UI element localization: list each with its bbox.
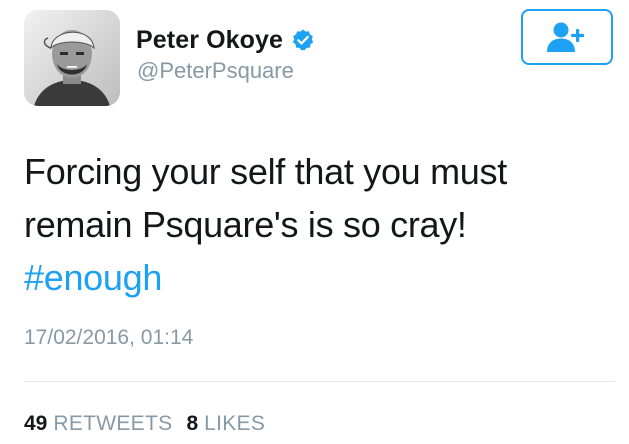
author-name-row: Peter Okoye	[136, 22, 315, 58]
follow-button[interactable]	[521, 9, 613, 65]
likes-stat[interactable]: 8 LIKES	[186, 412, 265, 436]
tweet-stats: 49 RETWEETS 8 LIKES	[24, 412, 279, 436]
avatar[interactable]	[24, 10, 120, 106]
retweets-stat[interactable]: 49 RETWEETS	[24, 412, 172, 436]
likes-label: LIKES	[204, 412, 266, 435]
add-user-icon	[547, 22, 585, 52]
tweet-line: remain Psquare's is so cray!	[24, 204, 467, 245]
author-display-name[interactable]: Peter Okoye	[136, 26, 283, 55]
tweet-timestamp[interactable]: 17/02/2016, 01:14	[24, 326, 193, 350]
profile-photo-icon	[24, 10, 120, 106]
retweets-count: 49	[24, 412, 48, 435]
hashtag-link[interactable]: #enough	[24, 251, 614, 304]
divider	[24, 381, 615, 382]
verified-badge-icon	[291, 28, 315, 52]
likes-count: 8	[186, 412, 199, 435]
tweet-line: Forcing your self that you must	[24, 151, 507, 192]
tweet-text: Forcing your self that you must remain P…	[24, 145, 614, 304]
retweets-label: RETWEETS	[53, 412, 173, 435]
author-handle[interactable]: @PeterPsquare	[137, 58, 294, 84]
